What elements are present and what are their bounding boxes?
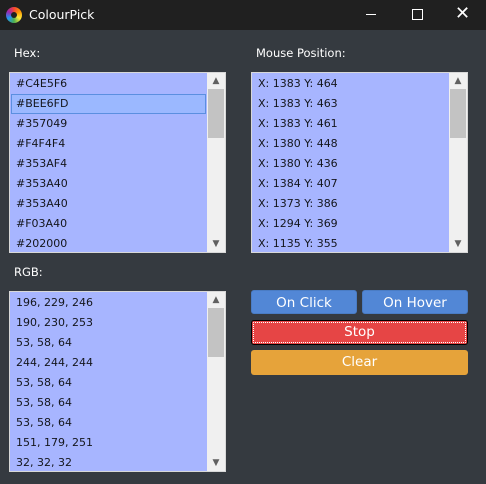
rgb-listbox[interactable]: 196, 229, 246 190, 230, 253 53, 58, 64 244,…	[9, 291, 226, 472]
close-button[interactable]: ✕	[440, 0, 486, 30]
mouse-list-item[interactable]: X: 1384 Y: 407	[253, 174, 448, 194]
scroll-thumb[interactable]	[208, 308, 224, 357]
mouse-list-item[interactable]: X: 1383 Y: 464	[253, 74, 448, 94]
colour-wheel-icon	[6, 7, 22, 23]
mouse-list-item[interactable]: X: 1373 Y: 386	[253, 194, 448, 214]
close-icon: ✕	[455, 3, 471, 24]
maximize-button[interactable]	[394, 0, 440, 30]
minimize-icon	[366, 14, 376, 15]
clear-button[interactable]: Clear	[251, 350, 468, 375]
chevron-up-icon[interactable]: ▲	[207, 73, 225, 89]
hex-list-item[interactable]: #BEE6FD	[11, 94, 206, 114]
hex-list-item[interactable]: #F4F4F4	[11, 134, 206, 154]
rgb-scrollbar[interactable]: ▲ ▼	[207, 292, 225, 471]
hex-list-item[interactable]: #353AF4	[11, 154, 206, 174]
mouse-list-item[interactable]: X: 1135 Y: 355	[253, 234, 448, 252]
rgb-list-item[interactable]: 32, 32, 32	[11, 453, 206, 471]
mouse-scrollbar[interactable]: ▲ ▼	[449, 73, 467, 252]
rgb-list-item[interactable]: 196, 229, 246	[11, 293, 206, 313]
hex-list-item[interactable]: #C4E5F6	[11, 74, 206, 94]
minimize-button[interactable]	[348, 0, 394, 30]
scroll-thumb[interactable]	[208, 89, 224, 138]
rgb-list-item[interactable]: 151, 179, 251	[11, 433, 206, 453]
rgb-list-item[interactable]: 53, 58, 64	[11, 413, 206, 433]
title-bar[interactable]: ColourPick ✕	[0, 0, 486, 30]
on-click-button[interactable]: On Click	[251, 290, 357, 314]
hex-list-item[interactable]: #F03A40	[11, 214, 206, 234]
window-title: ColourPick	[29, 7, 95, 22]
hex-listbox[interactable]: #C4E5F6 #BEE6FD #357049 #F4F4F4 #353AF4 #353A…	[9, 72, 226, 253]
mouse-position-listbox[interactable]: X: 1383 Y: 464 X: 1383 Y: 463 X: 1383 Y: 4…	[251, 72, 468, 253]
chevron-up-icon[interactable]: ▲	[449, 73, 467, 89]
scroll-thumb[interactable]	[450, 89, 466, 138]
rgb-list-item[interactable]: 53, 58, 64	[11, 393, 206, 413]
hex-label: Hex:	[14, 46, 41, 60]
mouse-position-label: Mouse Position:	[256, 46, 346, 60]
mouse-list-item[interactable]: X: 1383 Y: 461	[253, 114, 448, 134]
chevron-down-icon[interactable]: ▼	[449, 236, 467, 252]
chevron-down-icon[interactable]: ▼	[207, 236, 225, 252]
rgb-list-item[interactable]: 244, 244, 244	[11, 353, 206, 373]
maximize-icon	[412, 9, 423, 20]
rgb-label: RGB:	[14, 265, 43, 279]
mouse-list-item[interactable]: X: 1380 Y: 448	[253, 134, 448, 154]
mouse-list-item[interactable]: X: 1380 Y: 436	[253, 154, 448, 174]
mouse-list-item[interactable]: X: 1383 Y: 463	[253, 94, 448, 114]
stop-button[interactable]: Stop	[251, 320, 468, 345]
rgb-list-item[interactable]: 53, 58, 64	[11, 333, 206, 353]
hex-list-item[interactable]: #353A40	[11, 194, 206, 214]
hex-scrollbar[interactable]: ▲ ▼	[207, 73, 225, 252]
hex-list-item[interactable]: #357049	[11, 114, 206, 134]
on-hover-button[interactable]: On Hover	[362, 290, 468, 314]
hex-list-item[interactable]: #202000	[11, 234, 206, 252]
chevron-down-icon[interactable]: ▼	[207, 455, 225, 471]
chevron-up-icon[interactable]: ▲	[207, 292, 225, 308]
rgb-list-item[interactable]: 53, 58, 64	[11, 373, 206, 393]
hex-list-item[interactable]: #353A40	[11, 174, 206, 194]
mouse-list-item[interactable]: X: 1294 Y: 369	[253, 214, 448, 234]
rgb-list-item[interactable]: 190, 230, 253	[11, 313, 206, 333]
